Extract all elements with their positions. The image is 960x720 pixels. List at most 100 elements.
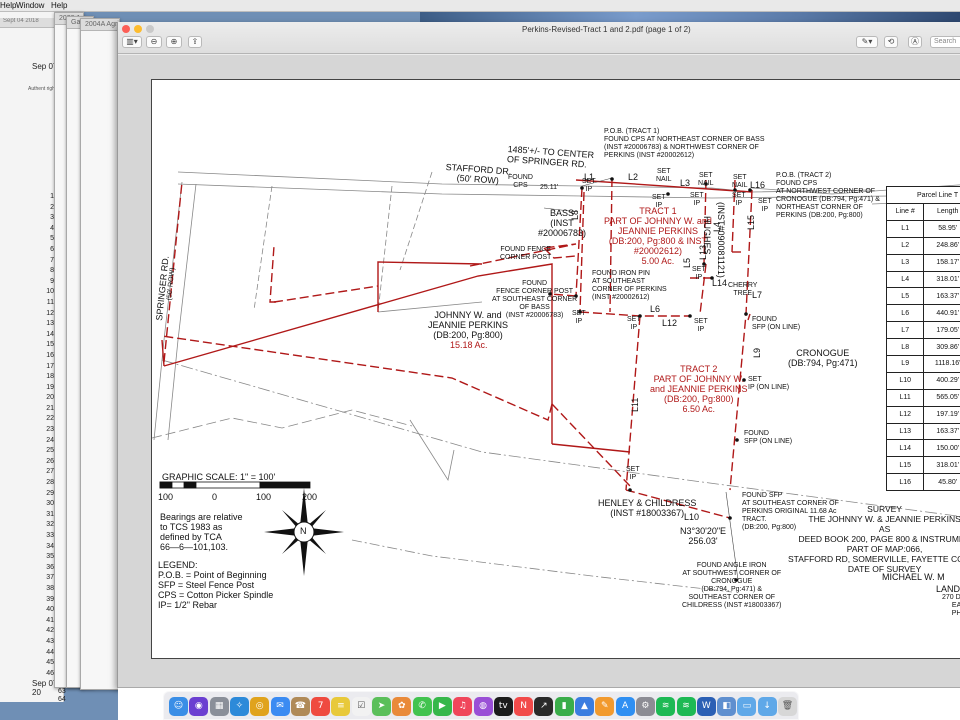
notes-icon[interactable]: ≡ (331, 697, 351, 716)
found-angle-iron-line: CHILDRESS (INST #18003367) (682, 602, 782, 609)
line-number: 45 (46, 659, 54, 667)
found-angle-iron-line: AT SOUTHWEST CORNER OF (682, 570, 782, 577)
menu-help[interactable]: Help (51, 1, 67, 10)
line-label-l8: L8 (570, 209, 580, 220)
spotify-icon[interactable]: ≋ (656, 697, 676, 716)
line-label-l10: L10 (684, 512, 700, 522)
music-icon[interactable]: ♫ (453, 697, 473, 716)
graphic-scale-label: GRAPHIC SCALE: 1" = 100' (162, 472, 275, 482)
facetime-icon[interactable]: ▶ (432, 697, 452, 716)
fullscreen-button[interactable] (146, 25, 154, 33)
podcasts-icon[interactable]: ◍ (473, 697, 493, 716)
window-titlebar[interactable]: Perkins-Revised-Tract 1 and 2.pdf (page … (118, 22, 960, 54)
tract2-label: TRACT 2 PART OF JOHNNY W. and JEANNIE PERK… (650, 364, 748, 414)
markup-button[interactable]: ✎▾ (856, 36, 878, 48)
downloads-icon[interactable]: ↓ (757, 697, 777, 716)
photos-icon[interactable]: ✿ (392, 697, 412, 716)
set-ip-6-line: IP (575, 318, 583, 325)
zoom-in-button[interactable]: ⊕ (166, 36, 182, 48)
line-number: 23 (46, 426, 54, 434)
tv-icon[interactable]: tv (493, 697, 513, 716)
tract1-label-line: #20002612) (633, 246, 682, 256)
set-ip-2-line: SET (652, 194, 666, 201)
messages-icon[interactable]: ✆ (412, 697, 432, 716)
line-number: 12 (46, 309, 54, 317)
tract1-label: TRACT 1 PART OF JOHNNY W. and JEANNIE PERK… (604, 206, 712, 266)
news-icon[interactable]: N (514, 697, 534, 716)
hughes-inst-label-line: (INST#090081121) (716, 202, 726, 278)
word-icon[interactable]: W (696, 697, 716, 716)
document-viewport[interactable]: P.O.B. (TRACT 1) FOUND CPS AT NORTHEAST C… (118, 55, 960, 720)
table-row: L11 565.05' (885, 388, 960, 407)
cell-line-id: L8 (885, 338, 925, 357)
safari-icon[interactable]: ✧ (229, 697, 249, 716)
menu-help-left[interactable]: Help (0, 1, 16, 10)
line-number: 35 (46, 553, 54, 561)
found-cps-label-line: CPS (513, 182, 528, 189)
background-window-4[interactable]: 2004A Agri (page 1 of 28) (80, 18, 120, 690)
finder-icon[interactable]: ☺ (169, 697, 188, 716)
column-header-length: Length (923, 203, 960, 221)
pob-tract2-label-line: NORTHEAST CORNER OF (776, 204, 863, 211)
chrome-icon[interactable]: ◎ (250, 697, 270, 716)
rotate-button[interactable]: ⟲ (884, 36, 898, 48)
spotify2-icon[interactable]: ≋ (676, 697, 696, 716)
set-nail-2-line: SET (698, 172, 713, 179)
menu-window[interactable]: Window (16, 1, 44, 10)
share-button[interactable]: ⇪ (188, 36, 202, 48)
sidebar-toggle-button[interactable]: ▥▾ (122, 36, 142, 48)
pob-tract1-label-line: (INST #20006783) & NORTHWEST CORNER OF (604, 144, 759, 151)
reminders-icon[interactable]: ☑ (351, 697, 371, 716)
cell-length: 1118.16' (923, 355, 960, 373)
contacts-icon[interactable]: ☎ (290, 697, 310, 716)
set-nail-1: SET NAIL (656, 168, 672, 184)
zoom-out-button[interactable]: ⊖ (146, 36, 162, 48)
annotate-button[interactable]: Ⓐ (908, 36, 922, 48)
tract2-label-line: PART OF JOHNNY W. (653, 374, 744, 384)
line-number: 38 (46, 584, 54, 592)
preview-window[interactable]: Perkins-Revised-Tract 1 and 2.pdf (page … (117, 22, 960, 720)
bearings-note: Bearings are relative to TCS 1983 as defin… (160, 512, 243, 552)
set-ip-5-line: SET (758, 198, 772, 205)
bearing-dim-label: N3°30'20"E 256.03' (680, 526, 726, 546)
line-number: 29 (46, 489, 54, 497)
maps-icon[interactable]: ➤ (372, 697, 391, 716)
found-sfp-2: FOUND SFP (ON LINE) (744, 430, 792, 446)
cell-line-id: L4 (885, 270, 925, 289)
launchpad-icon[interactable]: ▦ (209, 697, 229, 716)
cell-line-id: L13 (885, 422, 925, 441)
pages-icon[interactable]: ✎ (595, 697, 615, 716)
johnny-perkins-label: JOHNNY W. and JEANNIE PERKINS (DB:200, Pg:… (428, 310, 508, 340)
trash-icon[interactable]: 🗑 (778, 697, 797, 716)
set-ip-9-line: SET (694, 318, 708, 325)
close-button[interactable] (122, 25, 130, 33)
set-nail-2-line: NAIL (698, 180, 714, 187)
calendar-icon[interactable]: 7 (311, 697, 331, 716)
line-number: 32 (46, 521, 54, 529)
settings-icon[interactable]: ⚙ (635, 697, 655, 716)
stocks-icon[interactable]: ↗ (534, 697, 554, 716)
folder-icon[interactable]: ▭ (737, 697, 757, 716)
numbers-icon[interactable]: ▮ (554, 697, 574, 716)
line-number: 16 (46, 351, 54, 359)
siri-icon[interactable]: ◉ (189, 697, 209, 716)
mail-icon[interactable]: ✉ (270, 697, 290, 716)
search-input[interactable]: Search (930, 36, 960, 48)
minimize-button[interactable] (134, 25, 142, 33)
keynote-icon[interactable]: ▲ (575, 697, 594, 716)
preview-icon[interactable]: ◧ (717, 697, 737, 716)
surveyor-sub-line: LAND (936, 584, 960, 594)
cell-length: 163.37' (923, 287, 960, 306)
appstore-icon[interactable]: A (615, 697, 635, 716)
pdf-page[interactable]: P.O.B. (TRACT 1) FOUND CPS AT NORTHEAST C… (151, 79, 960, 659)
cell-length: 179.05' (923, 321, 960, 340)
line-label-l14: L14 (712, 278, 728, 288)
legend-line: IP= 1/2" Rebar (158, 600, 217, 610)
set-ip-10-line: IP (629, 474, 637, 481)
line-number: 19 (46, 383, 54, 391)
line-number: 9 (50, 277, 54, 285)
north-label-line: N (300, 526, 307, 536)
johnny-acres-label: 15.18 Ac. (450, 340, 488, 350)
line-number: 10 (46, 288, 54, 296)
tract2-label-line: 6.50 Ac. (682, 404, 716, 414)
